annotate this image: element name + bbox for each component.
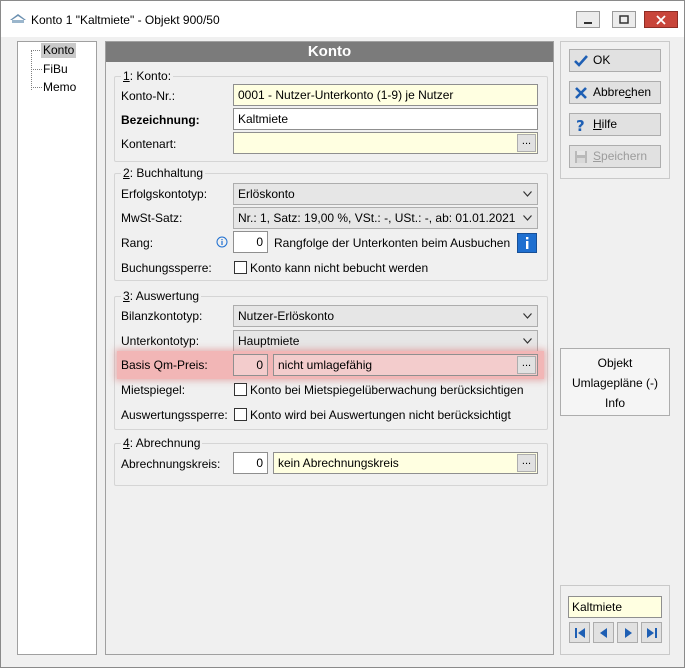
checkmark-icon — [574, 55, 588, 67]
abrechnungskreis-field[interactable]: kein Abrechnungskreis — [273, 452, 538, 474]
auswertungssperre-text[interactable]: Konto wird bei Auswertungen nicht berück… — [250, 408, 511, 422]
kontonr-field[interactable]: 0001 - Nutzer-Unterkonto (1-9) je Nutzer — [233, 84, 538, 106]
mwst-value: Nr.: 1, Satz: 19,00 %, VSt.: -, USt.: -,… — [238, 211, 516, 225]
info-circle-icon[interactable] — [216, 236, 228, 248]
erfolgskontotyp-label: Erfolgskontotyp: — [121, 187, 208, 201]
objekt-umlageplaene-info-button[interactable]: Objekt Umlagepläne (-) Info — [560, 348, 670, 416]
mwst-label: MwSt-Satz: — [121, 211, 183, 225]
minimize-button[interactable] — [576, 11, 600, 28]
unterkontotyp-label: Unterkontotyp: — [121, 334, 200, 348]
qm-preis-label: Basis Qm-Preis: — [121, 358, 208, 372]
auswertungssperre-checkbox[interactable] — [234, 408, 247, 421]
buchungssperre-text[interactable]: Konto kann nicht bebucht werden — [250, 261, 428, 275]
app-icon — [10, 14, 26, 23]
chevron-down-icon — [523, 191, 532, 197]
mietspiegel-text[interactable]: Konto bei Mietspiegelüberwachung berücks… — [250, 383, 524, 397]
title-bar: Konto 1 "Kaltmiete" - Objekt 900/50 — [1, 1, 684, 37]
auswertungssperre-label: Auswertungssperre: — [121, 408, 228, 422]
kontenart-field[interactable] — [233, 132, 538, 154]
last-record-button[interactable] — [641, 622, 662, 643]
erfolgskontotyp-select[interactable]: Erlöskonto — [233, 183, 538, 205]
hilfe-label: Hilfe — [593, 117, 618, 131]
chevron-down-icon — [523, 215, 532, 221]
objekt-text: Objekt — [597, 356, 633, 370]
window-title: Konto 1 "Kaltmiete" - Objekt 900/50 — [31, 13, 220, 27]
kontenart-label: Kontenart: — [121, 137, 177, 151]
mietspiegel-label: Mietspiegel: — [121, 383, 186, 397]
tree-item-fibu[interactable]: FiBu — [41, 62, 70, 77]
qm-preis-browse-button[interactable]: ... — [517, 356, 536, 374]
konto-form: Konto 1: Konto: Konto-Nr.: 0001 - Nutzer… — [105, 41, 554, 655]
next-record-button[interactable] — [617, 622, 638, 643]
tree-item-memo[interactable]: Memo — [41, 80, 78, 95]
rang-description: Rangfolge der Unterkonten beim Ausbuchen — [274, 236, 511, 250]
buchungssperre-checkbox[interactable] — [234, 261, 247, 274]
mietspiegel-checkbox[interactable] — [234, 383, 247, 396]
umlageplaene-text: Umlagepläne (-) — [571, 376, 659, 390]
chevron-down-icon — [523, 313, 532, 319]
speichern-label: Speichern — [593, 149, 648, 163]
abrechnungskreis-label: Abrechnungskreis: — [121, 457, 221, 471]
group-title-auswertung: 3: Auswertung — [121, 289, 202, 303]
abrechnungskreis-browse-button[interactable]: ... — [517, 454, 536, 472]
erfolgskontotyp-value: Erlöskonto — [238, 187, 295, 201]
dialog-window: Konto 1 "Kaltmiete" - Objekt 900/50 Kont… — [0, 0, 685, 668]
rang-label: Rang: — [121, 236, 154, 250]
info-icon — [526, 237, 529, 249]
first-record-button[interactable] — [569, 622, 590, 643]
tree-item-konto[interactable]: Konto — [41, 43, 77, 58]
skip-first-icon — [574, 627, 585, 638]
current-record-field: Kaltmiete — [568, 596, 662, 618]
close-icon — [656, 14, 666, 25]
qm-preis-input[interactable]: 0 — [233, 354, 268, 376]
bezeichnung-field[interactable]: Kaltmiete — [233, 108, 538, 130]
rang-input[interactable]: 0 — [233, 231, 268, 253]
next-icon — [624, 627, 632, 638]
qm-preis-field[interactable]: nicht umlagefähig — [273, 354, 538, 376]
abbrechen-label: Abbrechen — [593, 85, 652, 99]
chevron-down-icon — [523, 338, 532, 344]
tree-connector — [31, 50, 32, 90]
abrechnungskreis-input[interactable]: 0 — [233, 452, 268, 474]
close-button[interactable] — [644, 11, 678, 28]
skip-last-icon — [646, 627, 657, 638]
bilanzkontotyp-select[interactable]: Nutzer-Erlöskonto — [233, 305, 538, 327]
previous-record-button[interactable] — [593, 622, 614, 643]
abbrechen-button[interactable]: Abbrechen — [569, 81, 661, 104]
previous-icon — [599, 627, 607, 638]
minimize-icon — [584, 21, 592, 24]
ok-button[interactable]: OK — [569, 49, 661, 72]
navigation-tree: Konto FiBu Memo — [17, 41, 97, 655]
unterkontotyp-value: Hauptmiete — [238, 334, 300, 348]
unterkontotyp-select[interactable]: Hauptmiete — [233, 330, 538, 352]
save-disk-icon — [575, 151, 587, 163]
svg-text:?: ? — [576, 117, 585, 133]
group-title-buchhaltung: 2: Buchhaltung — [121, 166, 206, 180]
buchungssperre-label: Buchungssperre: — [121, 261, 212, 275]
rang-info-button[interactable] — [517, 233, 537, 253]
mwst-select[interactable]: Nr.: 1, Satz: 19,00 %, VSt.: -, USt.: -,… — [233, 207, 538, 229]
group-title-abrechnung: 4: Abrechnung — [121, 436, 203, 450]
ok-label: OK — [593, 53, 611, 67]
maximize-button[interactable] — [612, 11, 636, 28]
hilfe-button[interactable]: ? Hilfe — [569, 113, 661, 136]
speichern-button[interactable]: Speichern — [569, 145, 661, 168]
maximize-icon — [619, 14, 629, 24]
bilanzkontotyp-value: Nutzer-Erlöskonto — [238, 309, 335, 323]
bilanzkontotyp-label: Bilanzkontotyp: — [121, 309, 203, 323]
cancel-x-icon — [575, 87, 587, 99]
question-mark-icon: ? — [576, 117, 585, 133]
kontonr-label: Konto-Nr.: — [121, 89, 176, 103]
info-text: Info — [604, 396, 625, 410]
kontenart-browse-button[interactable]: ... — [517, 134, 536, 152]
page-title: Konto — [106, 42, 553, 62]
group-title-konto: 1: Konto: — [121, 69, 174, 83]
bezeichnung-label: Bezeichnung: — [121, 113, 200, 127]
